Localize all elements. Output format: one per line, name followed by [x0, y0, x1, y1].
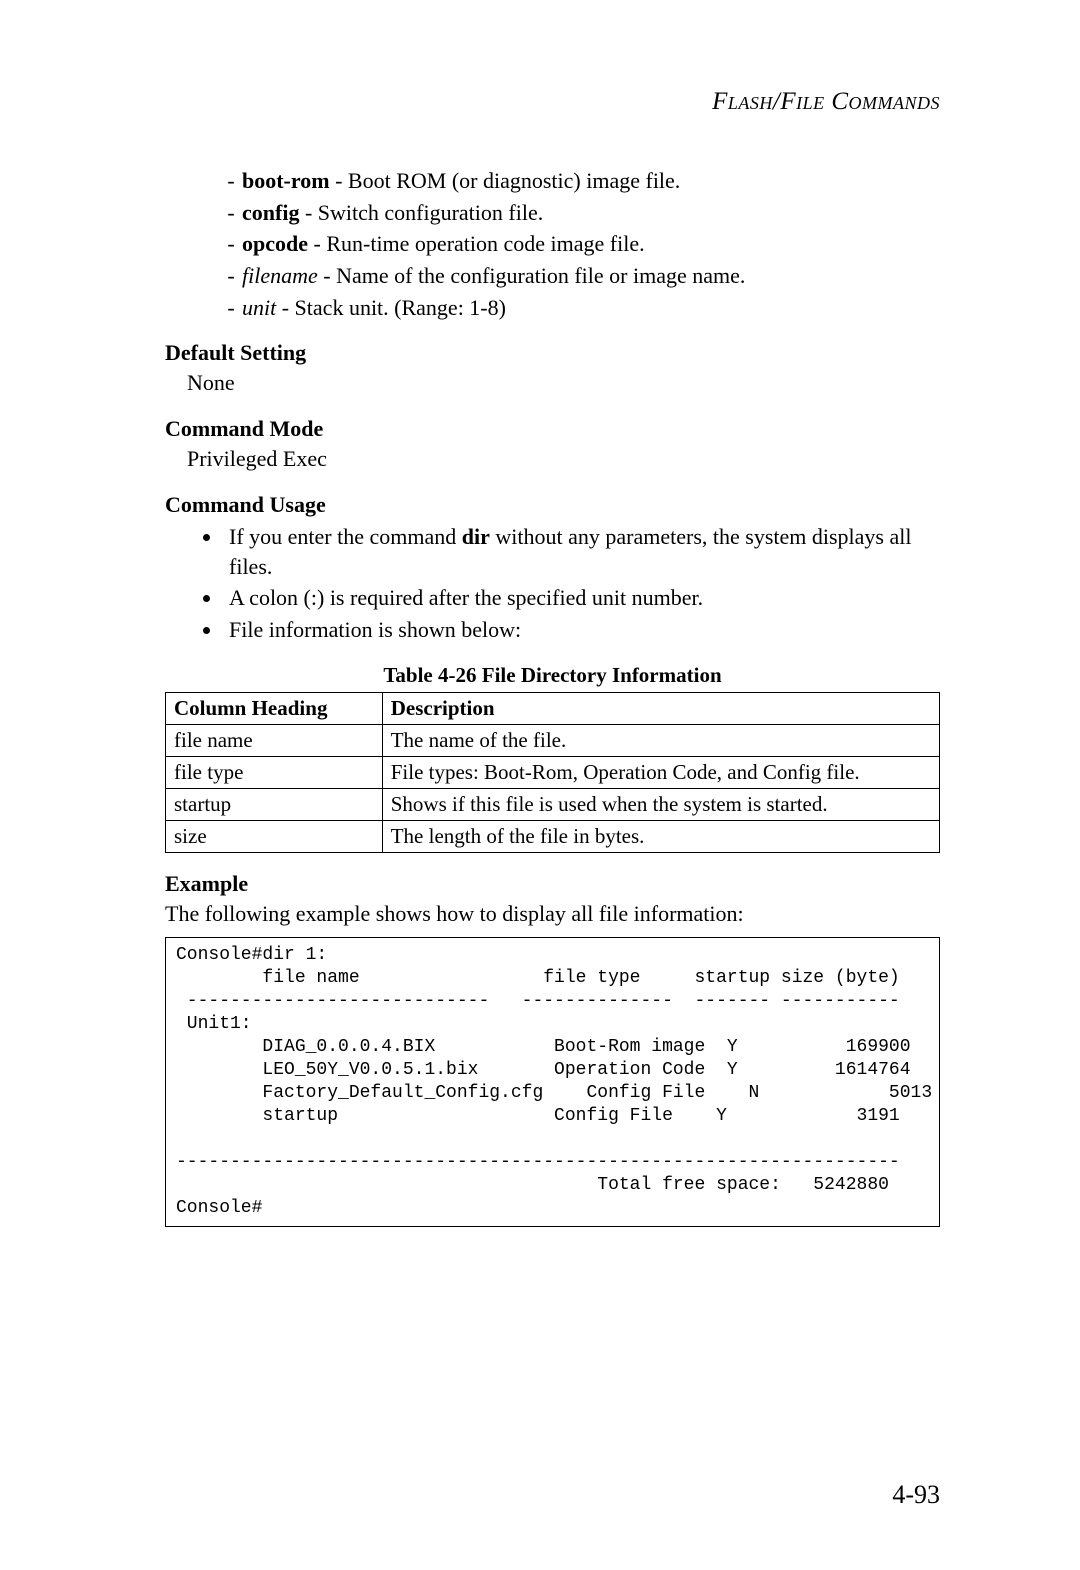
- def-term: config: [242, 200, 299, 225]
- table-cell: Shows if this file is used when the syst…: [382, 788, 939, 820]
- def-desc: - Name of the configuration file or imag…: [318, 263, 746, 288]
- page-number: 4-93: [892, 1480, 940, 1510]
- usage-item: File information is shown below:: [223, 615, 940, 645]
- def-item: - unit - Stack unit. (Range: 1-8): [220, 293, 940, 323]
- usage-item: If you enter the command dir without any…: [223, 522, 940, 581]
- example-intro: The following example shows how to displ…: [165, 901, 940, 927]
- table-row: file name The name of the file.: [166, 724, 940, 756]
- default-setting-heading: Default Setting: [165, 340, 940, 366]
- table-header-row: Column Heading Description: [166, 692, 940, 724]
- table-row: file type File types: Boot-Rom, Operatio…: [166, 756, 940, 788]
- table-cell: startup: [166, 788, 383, 820]
- table-header-cell: Column Heading: [166, 692, 383, 724]
- table-cell: File types: Boot-Rom, Operation Code, an…: [382, 756, 939, 788]
- def-term: boot-rom: [242, 168, 330, 193]
- table-cell: file type: [166, 756, 383, 788]
- def-term: opcode: [242, 231, 308, 256]
- file-directory-table: Column Heading Description file name The…: [165, 692, 940, 853]
- def-desc: - Run-time operation code image file.: [308, 231, 645, 256]
- table-header-cell: Description: [382, 692, 939, 724]
- command-mode-body: Privileged Exec: [187, 444, 940, 474]
- table-cell: The length of the file in bytes.: [382, 820, 939, 852]
- def-item: - filename - Name of the configuration f…: [220, 261, 940, 291]
- table-cell: file name: [166, 724, 383, 756]
- table-caption: Table 4-26 File Directory Information: [165, 663, 940, 688]
- def-desc: - Switch configuration file.: [299, 200, 543, 225]
- command-usage-list: If you enter the command dir without any…: [165, 522, 940, 645]
- def-desc: - Stack unit. (Range: 1-8): [276, 295, 506, 320]
- table-cell: size: [166, 820, 383, 852]
- console-output: Console#dir 1: file name file type start…: [165, 937, 940, 1227]
- def-item: - config - Switch configuration file.: [220, 198, 940, 228]
- table-cell: The name of the file.: [382, 724, 939, 756]
- def-item: - boot-rom - Boot ROM (or diagnostic) im…: [220, 166, 940, 196]
- default-setting-body: None: [187, 368, 940, 398]
- example-heading: Example: [165, 871, 940, 897]
- page-header: Flash/File Commands: [165, 88, 940, 116]
- table-row: startup Shows if this file is used when …: [166, 788, 940, 820]
- def-term: filename: [242, 263, 318, 288]
- command-mode-heading: Command Mode: [165, 416, 940, 442]
- definitions-list: - boot-rom - Boot ROM (or diagnostic) im…: [220, 166, 940, 322]
- table-row: size The length of the file in bytes.: [166, 820, 940, 852]
- def-desc: - Boot ROM (or diagnostic) image file.: [330, 168, 681, 193]
- def-term: unit: [242, 295, 276, 320]
- usage-item: A colon (:) is required after the specif…: [223, 583, 940, 613]
- def-item: - opcode - Run-time operation code image…: [220, 229, 940, 259]
- command-usage-heading: Command Usage: [165, 492, 940, 518]
